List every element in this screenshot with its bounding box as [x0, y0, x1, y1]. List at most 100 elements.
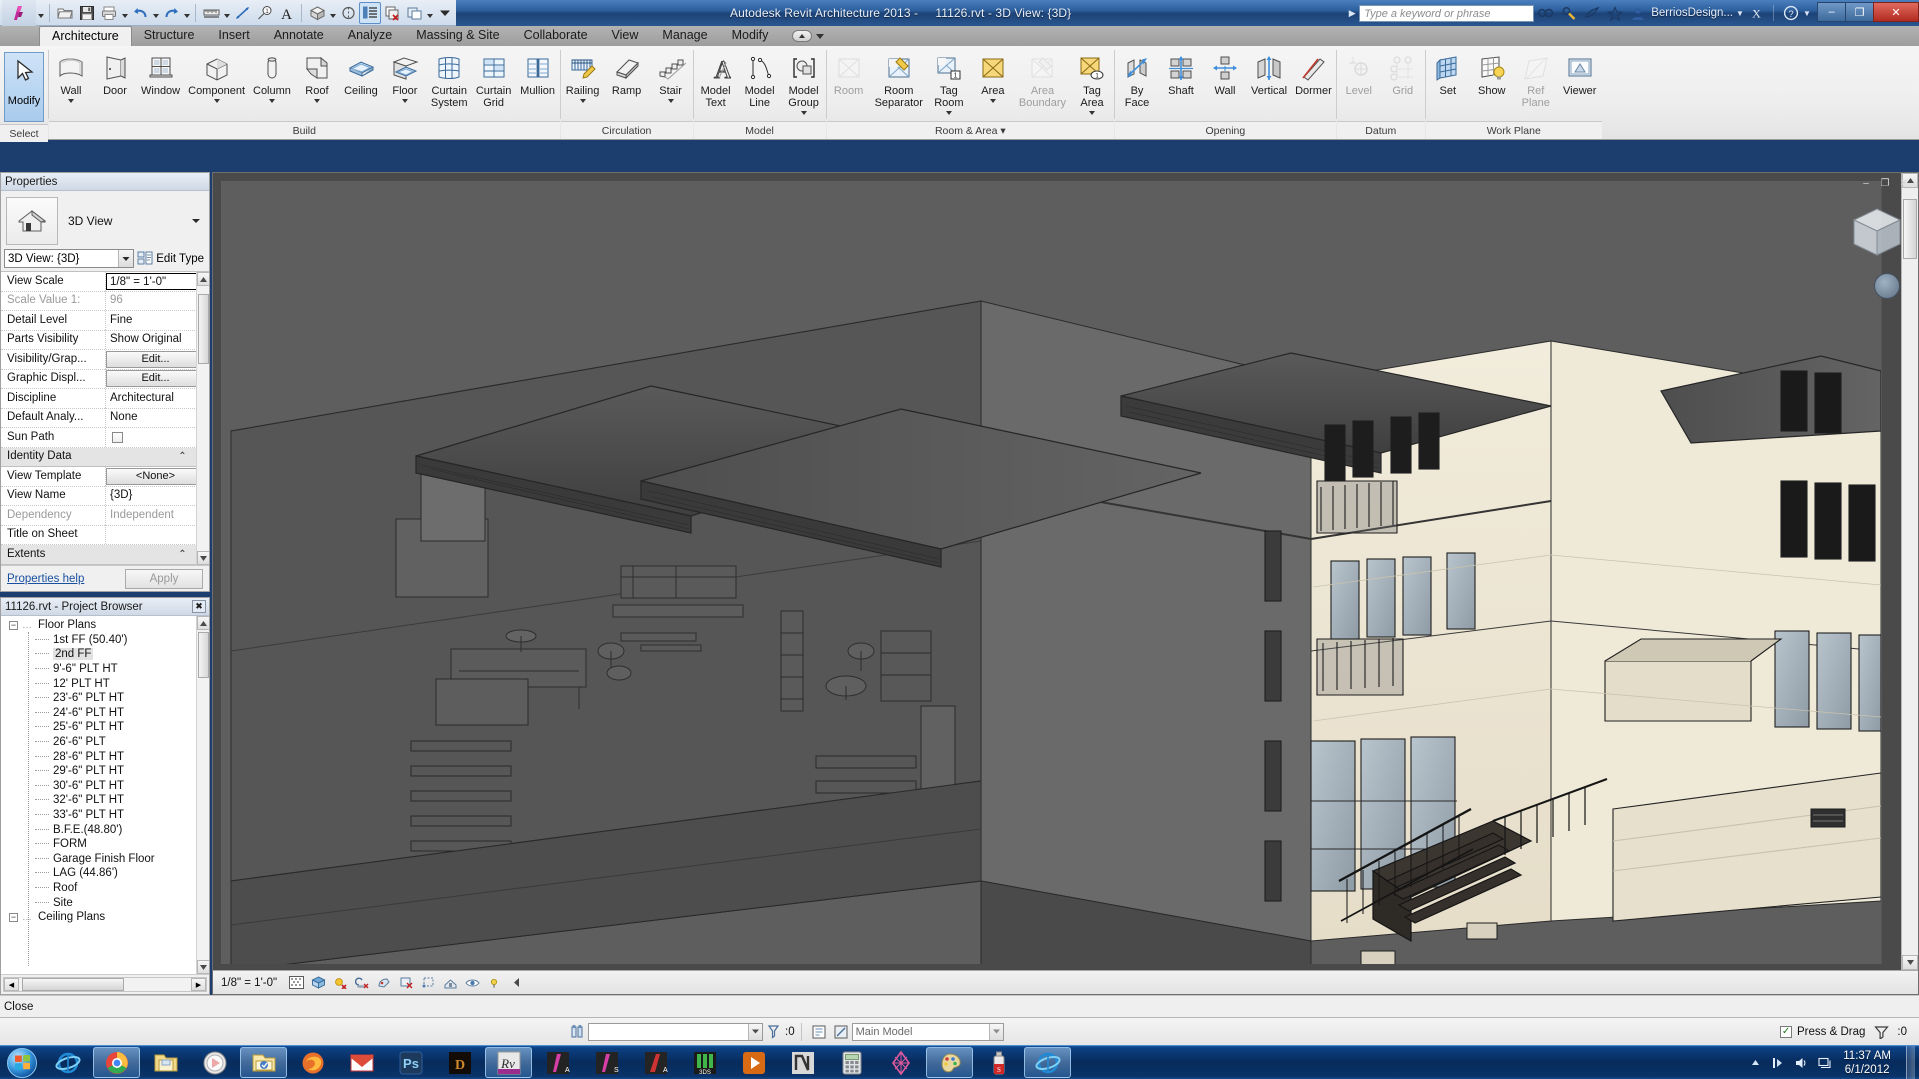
outlook-taskbar-icon[interactable] [240, 1047, 287, 1078]
tree-item-node[interactable]: LAG (44.86') [1, 866, 209, 881]
tree-item-node[interactable]: 26'-6" PLT [1, 735, 209, 750]
design-option-selector[interactable]: Main Model [851, 1022, 1004, 1041]
shadows-icon[interactable] [354, 974, 371, 991]
area-button[interactable]: Area [971, 50, 1015, 103]
spray-taskbar-icon[interactable]: S [975, 1047, 1022, 1078]
show-workplane-button[interactable]: Show [1470, 50, 1514, 97]
switch-windows-dropdown-arrow[interactable] [425, 2, 434, 24]
action-center-icon[interactable] [1816, 1055, 1832, 1071]
user-avatar[interactable] [1626, 1, 1649, 25]
model-text-button[interactable]: A Model Text [694, 50, 738, 110]
tree-item-node[interactable]: 23'-6" PLT HT [1, 691, 209, 706]
revit-taskbar-icon[interactable]: Rv [485, 1047, 532, 1078]
temporary-hide-isolate-icon[interactable] [464, 974, 481, 991]
ramp-button[interactable]: Ramp [605, 50, 649, 97]
type-selector[interactable]: 3D View: {3D} [4, 249, 135, 268]
tree-group-node[interactable]: −… Ceiling Plans [1, 910, 209, 925]
tag-icon[interactable]: 1 [253, 2, 275, 24]
chevron-down-icon[interactable] [579, 99, 586, 103]
project-browser-tree[interactable]: −… Floor Plans 1st FF (50.40') 2nd FF 9'-6" … [1, 616, 209, 974]
calculator-taskbar-icon[interactable] [828, 1047, 875, 1078]
view-scroll-down[interactable] [1902, 955, 1918, 970]
restore-button[interactable]: ❐ [1845, 2, 1874, 22]
railing-button[interactable]: Railing [561, 50, 605, 103]
favorites-star-icon[interactable] [1603, 1, 1626, 25]
lock-3d-view-icon[interactable] [442, 974, 459, 991]
undo-icon[interactable] [129, 2, 151, 24]
tree-item-node[interactable]: Garage Finish Floor [1, 852, 209, 867]
properties-scroll-thumb[interactable] [198, 294, 209, 364]
window-button[interactable]: Window [137, 50, 184, 97]
stair-button[interactable]: Stair [649, 50, 693, 103]
sun-path-icon[interactable] [332, 974, 349, 991]
type-selector-arrow[interactable] [118, 250, 134, 267]
tab-manage[interactable]: Manage [650, 26, 719, 46]
chevron-down-icon[interactable] [945, 111, 952, 115]
chevron-down-icon[interactable] [401, 99, 408, 103]
expand-collapse-icon[interactable]: − [9, 620, 18, 630]
browser-hscrollbar[interactable]: ◀ ▶ [3, 977, 207, 992]
internet-explorer-taskbar-icon[interactable] [44, 1047, 91, 1078]
view-vertical-scrollbar[interactable] [1901, 173, 1918, 970]
tab-analyze[interactable]: Analyze [336, 26, 404, 46]
account-dropdown-arrow[interactable]: ▼ [1735, 9, 1745, 18]
text-icon[interactable]: A [275, 2, 297, 24]
tree-item-node[interactable]: 33'-6" PLT HT [1, 808, 209, 823]
tree-item-node[interactable]: Roof [1, 881, 209, 896]
property-value[interactable] [106, 431, 209, 443]
volume-icon[interactable] [1793, 1055, 1809, 1071]
tag-area-button[interactable]: 1 Tag Area [1070, 50, 1114, 115]
room-separator-button[interactable]: Room Separator [871, 50, 927, 109]
revit-app-menu-button[interactable] [2, 0, 36, 26]
photoshop-taskbar-icon[interactable]: Ps [387, 1047, 434, 1078]
property-edit-button[interactable]: Edit... [106, 370, 205, 388]
account-name[interactable]: BerriosDesign... [1649, 7, 1735, 19]
properties-scroll-up[interactable] [197, 272, 209, 286]
tab-structure[interactable]: Structure [132, 26, 207, 46]
toggle-panel-icon[interactable] [508, 974, 525, 991]
property-edit-button[interactable]: <None> [106, 467, 205, 485]
model-group-button[interactable]: Model Group [782, 50, 826, 115]
measure-dropdown-arrow[interactable] [222, 2, 231, 24]
apply-button[interactable]: Apply [125, 568, 203, 589]
filter-icon[interactable] [1870, 1022, 1892, 1042]
browser-hscroll-thumb[interactable] [22, 978, 124, 991]
project-browser-close-icon[interactable]: ✖ [192, 600, 206, 613]
app-menu-dropdown-arrow[interactable] [36, 2, 45, 24]
showcase-taskbar-icon[interactable] [877, 1047, 924, 1078]
chevron-down-icon[interactable] [1089, 111, 1095, 115]
3dsmax-taskbar-icon[interactable]: 3DS [681, 1047, 728, 1078]
property-value[interactable]: Edit... [106, 350, 209, 369]
model-line-button[interactable]: Model Line [738, 50, 782, 109]
browser-scroll-down[interactable] [197, 960, 209, 974]
redo-dropdown-arrow[interactable] [182, 2, 191, 24]
properties-scrollbar[interactable] [196, 272, 209, 565]
tree-item-node[interactable]: 30'-6" PLT HT [1, 779, 209, 794]
exchange-apps-icon[interactable]: X [1745, 1, 1768, 25]
press-drag-checkbox[interactable]: ✓ [1780, 1025, 1793, 1038]
exclude-options-icon[interactable] [830, 1022, 852, 1042]
player-taskbar-icon[interactable] [730, 1047, 777, 1078]
ribbon-collapse-dropdown-arrow[interactable] [816, 33, 825, 39]
roof-button[interactable]: Roof [295, 50, 339, 103]
design-option-dropdown-arrow[interactable] [988, 1023, 1003, 1040]
property-value[interactable]: Edit... [106, 369, 209, 388]
revit-s-taskbar-icon[interactable]: S [583, 1047, 630, 1078]
tab-massing-site[interactable]: Massing & Site [404, 26, 511, 46]
section-icon[interactable] [337, 2, 359, 24]
tree-item-node[interactable]: 24'-6" PLT HT [1, 706, 209, 721]
rendering-dialog-icon[interactable] [376, 974, 393, 991]
taskbar-clock[interactable]: 11:37 AM 6/1/2012 [1839, 1049, 1899, 1077]
chevron-down-icon[interactable] [989, 99, 996, 103]
search-go-icon[interactable] [1534, 1, 1557, 25]
save-icon[interactable] [76, 2, 98, 24]
browser-hscroll-right[interactable]: ▶ [191, 978, 206, 991]
browser-hscroll-left[interactable]: ◀ [4, 978, 19, 991]
qat-customize-icon[interactable] [434, 2, 456, 24]
viewer-button[interactable]: Viewer [1558, 50, 1602, 97]
detail-level-icon[interactable] [288, 974, 305, 991]
switch-windows-icon[interactable] [403, 2, 425, 24]
property-input[interactable]: 1/8" = 1'-0" [106, 272, 205, 290]
firefox-taskbar-icon[interactable] [289, 1047, 336, 1078]
print-dropdown-arrow[interactable] [120, 2, 129, 24]
